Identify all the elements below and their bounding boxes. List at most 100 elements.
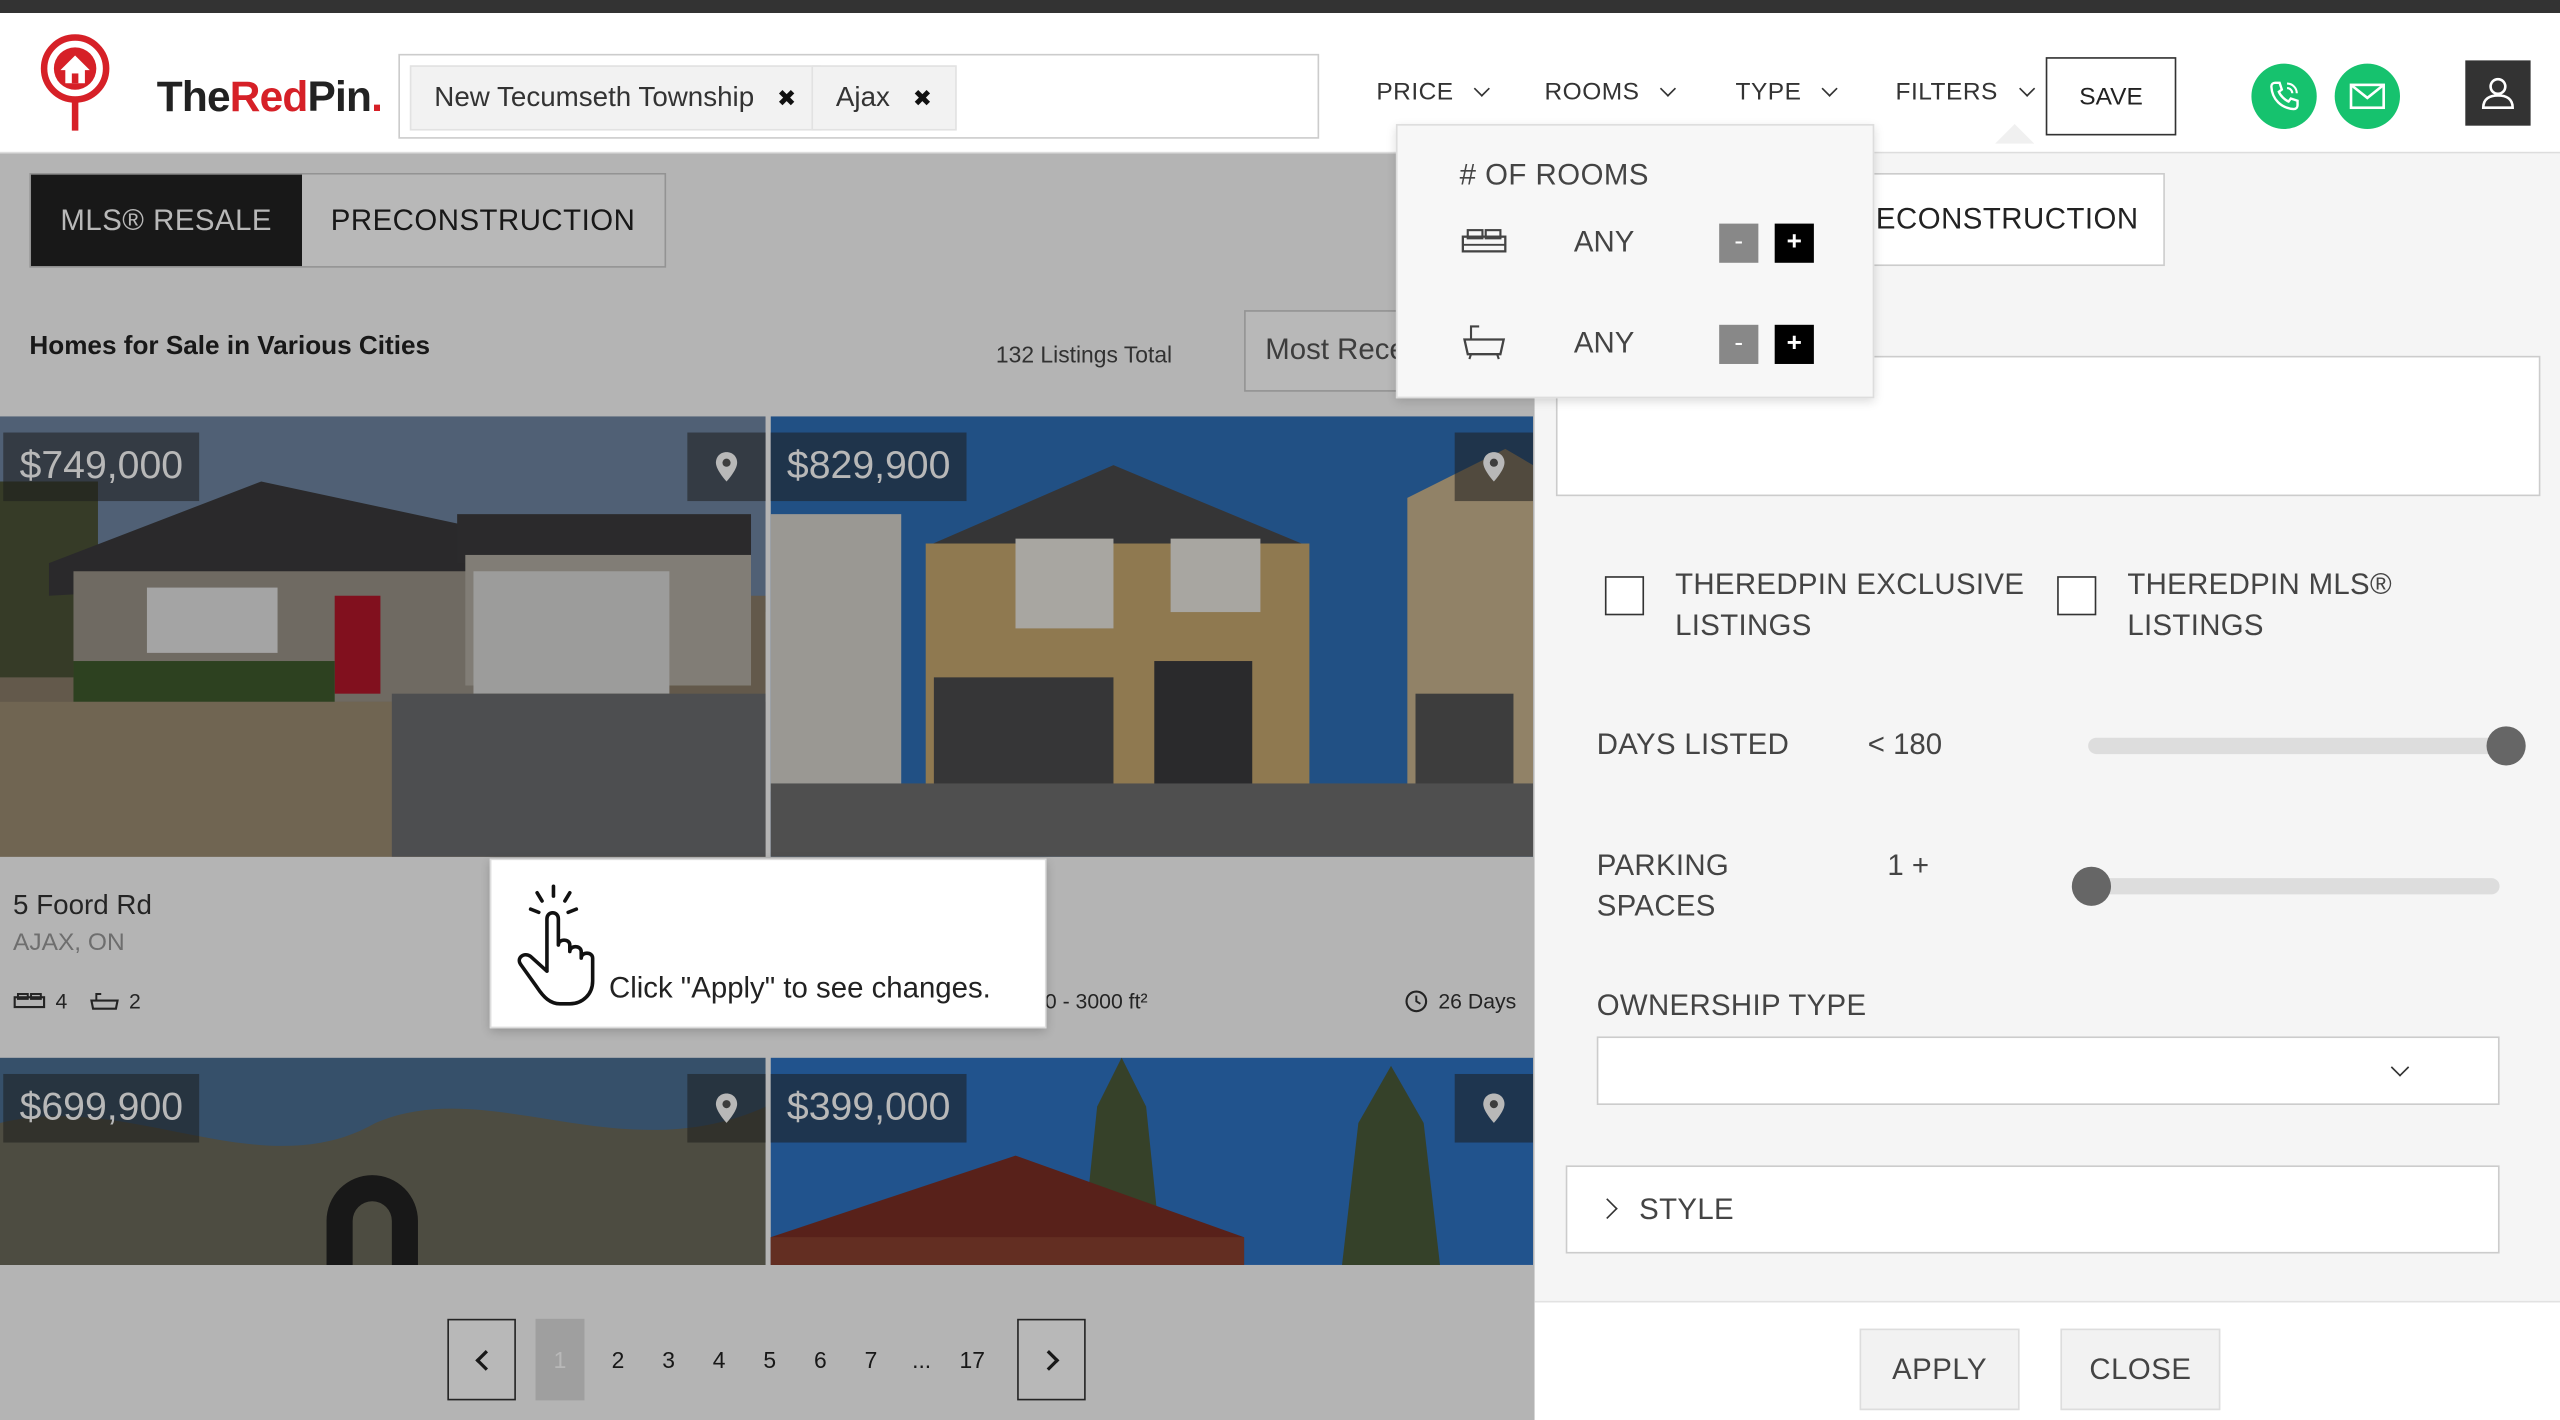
mls-listings-label: THEREDPIN MLS® LISTINGS <box>2127 565 2392 647</box>
listing-photo[interactable]: $699,900 <box>0 1057 766 1265</box>
bathrooms-decrement-button[interactable]: - <box>1719 324 1759 364</box>
bedrooms-increment-button[interactable]: + <box>1774 223 1814 263</box>
location-search-box[interactable]: New Tecumseth Township ✖ Ajax ✖ <box>398 53 1320 139</box>
remove-chip-icon[interactable]: ✖ <box>777 84 796 112</box>
parking-line-1: PARKING <box>1596 848 1730 882</box>
type-label: TYPE <box>1735 78 1802 107</box>
save-button[interactable]: SAVE <box>2045 57 2177 136</box>
bed-icon <box>13 992 46 1008</box>
top-bar <box>0 0 2560 14</box>
days-listed-label: DAYS LISTED <box>1596 727 1790 761</box>
price-menu[interactable]: PRICE <box>1376 78 1491 106</box>
parking-spaces-slider-handle[interactable] <box>2071 866 2112 906</box>
page-5[interactable]: 5 <box>744 1347 795 1373</box>
map-pin-icon <box>1483 1093 1505 1123</box>
filters-label: FILTERS <box>1895 78 1998 107</box>
listings-count: 132 Listings Total <box>995 341 1173 368</box>
parking-spaces-slider[interactable] <box>2091 878 2500 895</box>
price-badge: $749,000 <box>3 432 200 502</box>
listing-type-tabs: MLS® RESALE PRECONSTRUCTION <box>29 173 667 268</box>
filters-caret <box>1995 124 2035 144</box>
map-pin-button[interactable] <box>1454 1073 1534 1143</box>
bathrooms-increment-button[interactable]: + <box>1774 324 1814 364</box>
bedrooms-count: 4 <box>55 989 68 1014</box>
tab-preconstruction[interactable]: PRECONSTRUCTION <box>301 174 665 267</box>
map-pin-button[interactable] <box>1454 432 1534 502</box>
mls-line-1: THEREDPIN MLS® <box>2127 567 2392 601</box>
page-1[interactable]: 1 <box>535 1318 585 1401</box>
rooms-label: ROOMS <box>1544 78 1640 107</box>
bedrooms-value: ANY <box>1573 225 1635 258</box>
days-listed-value: < 180 <box>1867 727 1943 761</box>
page-17[interactable]: 17 <box>947 1347 998 1373</box>
parking-spaces-value: 1 + <box>1887 848 1930 882</box>
mail-icon <box>2349 83 2385 110</box>
map-pin-icon <box>715 1093 738 1123</box>
type-menu[interactable]: TYPE <box>1735 78 1839 107</box>
rooms-menu[interactable]: ROOMS <box>1544 78 1677 107</box>
listings-title: Homes for Sale in Various Cities <box>29 332 431 361</box>
listing-photo[interactable]: $749,000 <box>0 416 766 857</box>
page-4[interactable]: 4 <box>694 1347 745 1373</box>
next-page-button[interactable] <box>1017 1318 1086 1401</box>
rooms-dropdown: # OF ROOMS ANY - + ANY - + <box>1395 124 1875 399</box>
map-pin-button[interactable] <box>687 1073 766 1143</box>
days-on-market: 26 Days <box>1438 989 1517 1014</box>
days-listed-slider[interactable] <box>2088 737 2507 755</box>
listing-photo[interactable]: $399,000 <box>770 1057 1534 1265</box>
screen: TheRedPin. New Tecumseth Township ✖ Ajax… <box>0 0 2560 1420</box>
ownership-type-label: OWNERSHIP TYPE <box>1596 989 1867 1022</box>
chevron-down-icon <box>2018 80 2035 97</box>
bathtub-icon <box>90 992 119 1009</box>
tab-mls-resale[interactable]: MLS® RESALE <box>31 174 302 267</box>
bed-icon <box>1461 229 1507 253</box>
map-pin-logo-icon <box>40 34 110 131</box>
listing-address: 5 Foord Rd <box>13 889 152 921</box>
logo[interactable]: TheRedPin. <box>39 33 383 137</box>
tab-preconstruction-panel[interactable]: ECONSTRUCTION <box>1844 173 2165 267</box>
email-button[interactable] <box>2334 63 2400 129</box>
listing-size: 0 - 3000 ft² <box>1044 989 1148 1014</box>
listing-photo[interactable]: $829,900 <box>770 416 1534 857</box>
page-7[interactable]: 7 <box>846 1347 897 1373</box>
chevron-left-icon <box>474 1349 496 1370</box>
page-2[interactable]: 2 <box>593 1347 644 1373</box>
chip-label: Ajax <box>835 81 890 113</box>
pagination: 1 2 3 4 5 6 7 ... 17 <box>447 1318 1086 1401</box>
apply-hint-tooltip: Click "Apply" to see changes. <box>489 858 1047 1029</box>
location-chip: Ajax ✖ <box>811 65 957 131</box>
mls-line-2: LISTINGS <box>2127 608 2264 642</box>
phone-button[interactable] <box>2251 63 2317 129</box>
size-meta: 0 - 3000 ft² <box>1045 989 1148 1013</box>
prev-page-button[interactable] <box>447 1318 516 1401</box>
page-ellipsis: ... <box>912 1346 932 1373</box>
ownership-type-select[interactable] <box>1596 1036 2500 1105</box>
chevron-down-icon <box>1822 80 1839 97</box>
bedrooms-meta: 4 <box>13 989 68 1014</box>
chevron-down-icon <box>1474 80 1491 97</box>
days-listed-slider-handle[interactable] <box>2486 726 2526 766</box>
map-pin-button[interactable] <box>687 432 766 502</box>
mls-listings-checkbox[interactable] <box>2057 576 2097 616</box>
bathtub-icon <box>1463 325 1506 360</box>
parking-spaces-label: PARKING SPACES <box>1597 845 1729 927</box>
logo-text: TheRedPin. <box>156 71 383 121</box>
bedrooms-decrement-button[interactable]: - <box>1719 223 1759 263</box>
price-badge: $399,000 <box>770 1073 967 1143</box>
exclusive-listings-checkbox[interactable] <box>1604 576 1645 616</box>
style-label: STYLE <box>1639 1193 1734 1226</box>
location-chip: New Tecumseth Township ✖ <box>409 65 821 131</box>
account-button[interactable] <box>2465 60 2531 126</box>
remove-chip-icon[interactable]: ✖ <box>913 84 932 112</box>
map-pin-icon <box>1483 452 1505 482</box>
chevron-down-icon <box>2390 1058 2410 1077</box>
exclusive-line-1: THEREDPIN EXCLUSIVE <box>1675 567 2025 601</box>
style-accordion[interactable]: STYLE <box>1565 1165 2500 1254</box>
exclusive-listings-label: THEREDPIN EXCLUSIVE LISTINGS <box>1675 565 2024 647</box>
filters-menu[interactable]: FILTERS <box>1895 78 2035 107</box>
exclusive-line-2: LISTINGS <box>1675 608 1812 642</box>
page-6[interactable]: 6 <box>795 1347 846 1373</box>
close-button[interactable]: CLOSE <box>2060 1328 2221 1411</box>
page-3[interactable]: 3 <box>643 1347 694 1373</box>
apply-button[interactable]: APPLY <box>1859 1328 2020 1411</box>
